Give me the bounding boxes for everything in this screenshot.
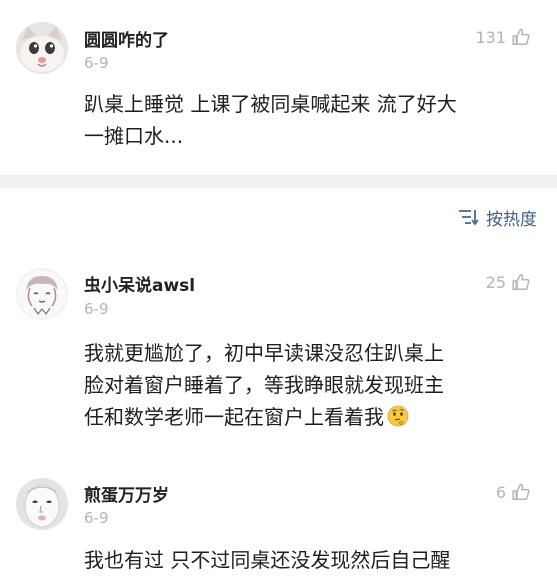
sort-label: 按热度 [486,209,537,230]
avatar[interactable] [16,268,68,320]
avatar[interactable] [16,478,68,530]
avatar[interactable] [16,22,68,74]
comment-text: 我也有过 只不过同桌还没发现然后自己醒 [84,548,451,572]
like-button[interactable]: 25 [486,270,531,294]
comment-date: 6-9 [84,54,109,72]
comment-text: 趴桌上睡觉 上课了被同桌喊起来 流了好大 一摊口水... [84,92,457,148]
thumbs-up-icon [512,28,530,46]
sort-by-hot-button[interactable]: 按热度 [458,205,537,230]
like-count: 131 [475,27,506,47]
username[interactable]: 圆圆咋的了 [84,26,169,51]
username[interactable]: 煎蛋万万岁 [84,481,169,506]
sort-icon [459,210,479,226]
comment-date: 6-9 [84,300,109,318]
username[interactable]: 虫小呆说awsl [84,271,195,296]
like-count: 6 [495,482,506,502]
thinking-face-emoji [387,405,409,427]
like-count: 25 [485,272,506,292]
cartoon-avatar-image [16,268,68,320]
thumbs-up-icon [512,273,530,291]
comment-item: 煎蛋万万岁 6-9 6 我也有过 只不过同桌还没发现然后自己醒 [0,460,557,583]
comment-date: 6-9 [84,509,109,527]
comment-item: 虫小呆说awsl 6-9 25 我就更尴尬了，初中早读课没忍住趴桌上 脸对着窗户… [0,250,557,460]
cat-avatar-image [16,22,68,74]
like-button[interactable]: 131 [475,25,531,49]
face-mask-avatar-image [16,478,68,530]
like-button[interactable]: 6 [496,480,531,504]
comment-item: 圆圆咋的了 6-9 131 趴桌上睡觉 上课了被同桌喊起来 流了好大 一摊口水.… [0,0,557,175]
thumbs-up-icon [512,483,530,501]
comment-text: 我就更尴尬了，初中早读课没忍住趴桌上 脸对着窗户睡着了，等我睁眼就发现班主 任和… [84,337,544,433]
section-divider [0,175,557,188]
